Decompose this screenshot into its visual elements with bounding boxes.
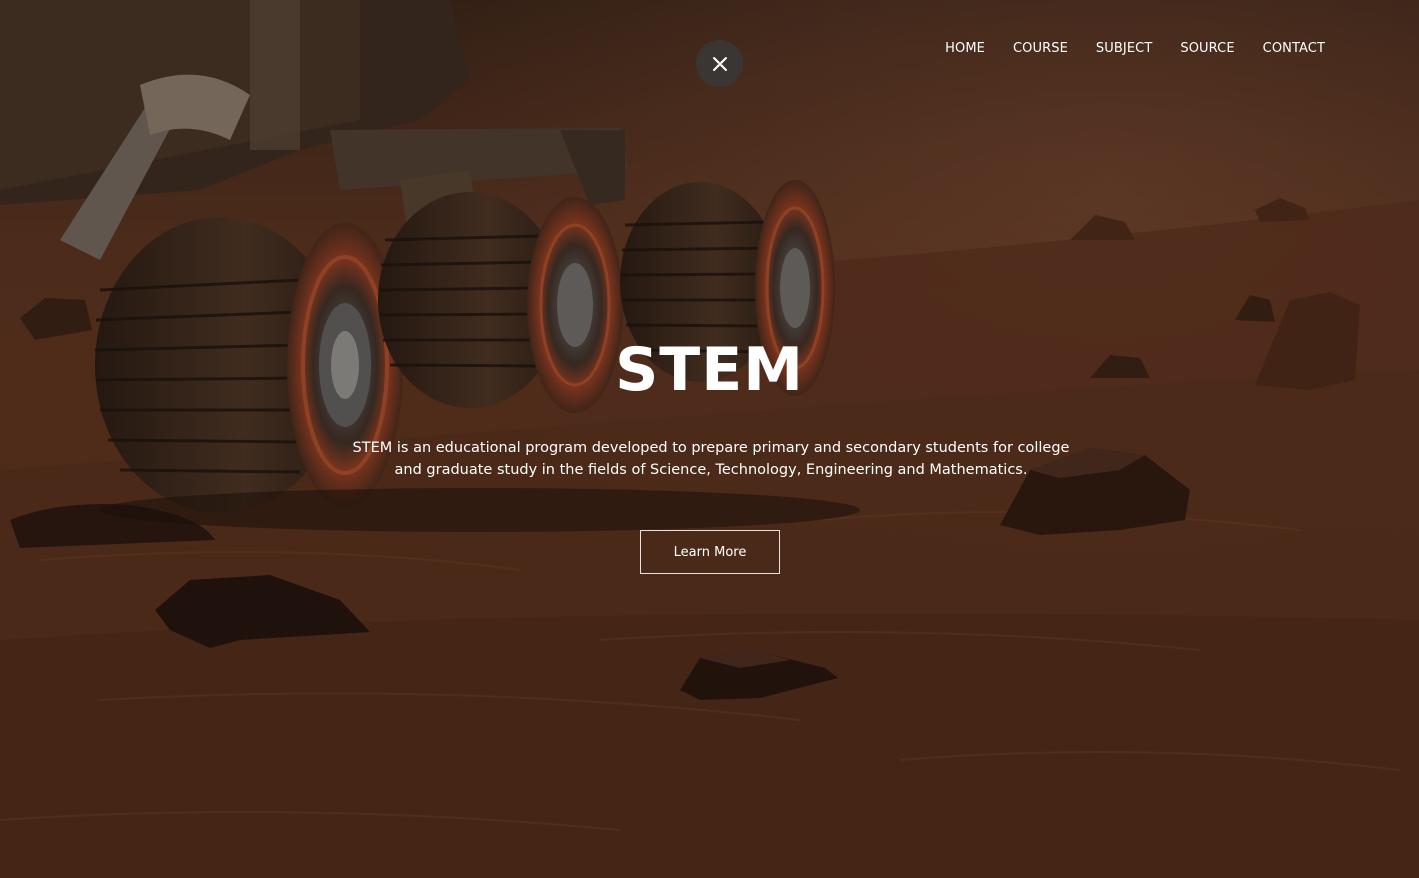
hero-title: STEM bbox=[615, 335, 804, 405]
hero-description: STEM is an educational program developed… bbox=[350, 437, 1072, 481]
nav-item-home[interactable]: HOME bbox=[945, 41, 985, 57]
learn-more-button[interactable]: Learn More bbox=[640, 530, 780, 574]
hero-description-line-2: and graduate study in the fields of Scie… bbox=[394, 462, 1028, 478]
nav-item-course[interactable]: COURSE bbox=[1013, 41, 1068, 57]
nav-item-contact[interactable]: CONTACT bbox=[1263, 41, 1325, 57]
main-nav: HOME COURSE SUBJECT SOURCE CONTACT bbox=[917, 41, 1325, 57]
hero-section: HOME COURSE SUBJECT SOURCE CONTACT STEM … bbox=[0, 0, 1419, 878]
hero-description-line-1: STEM is an educational program developed… bbox=[352, 440, 1070, 456]
close-icon bbox=[712, 56, 727, 71]
nav-item-source[interactable]: SOURCE bbox=[1180, 41, 1234, 57]
nav-item-subject[interactable]: SUBJECT bbox=[1096, 41, 1152, 57]
close-button[interactable] bbox=[696, 40, 743, 87]
